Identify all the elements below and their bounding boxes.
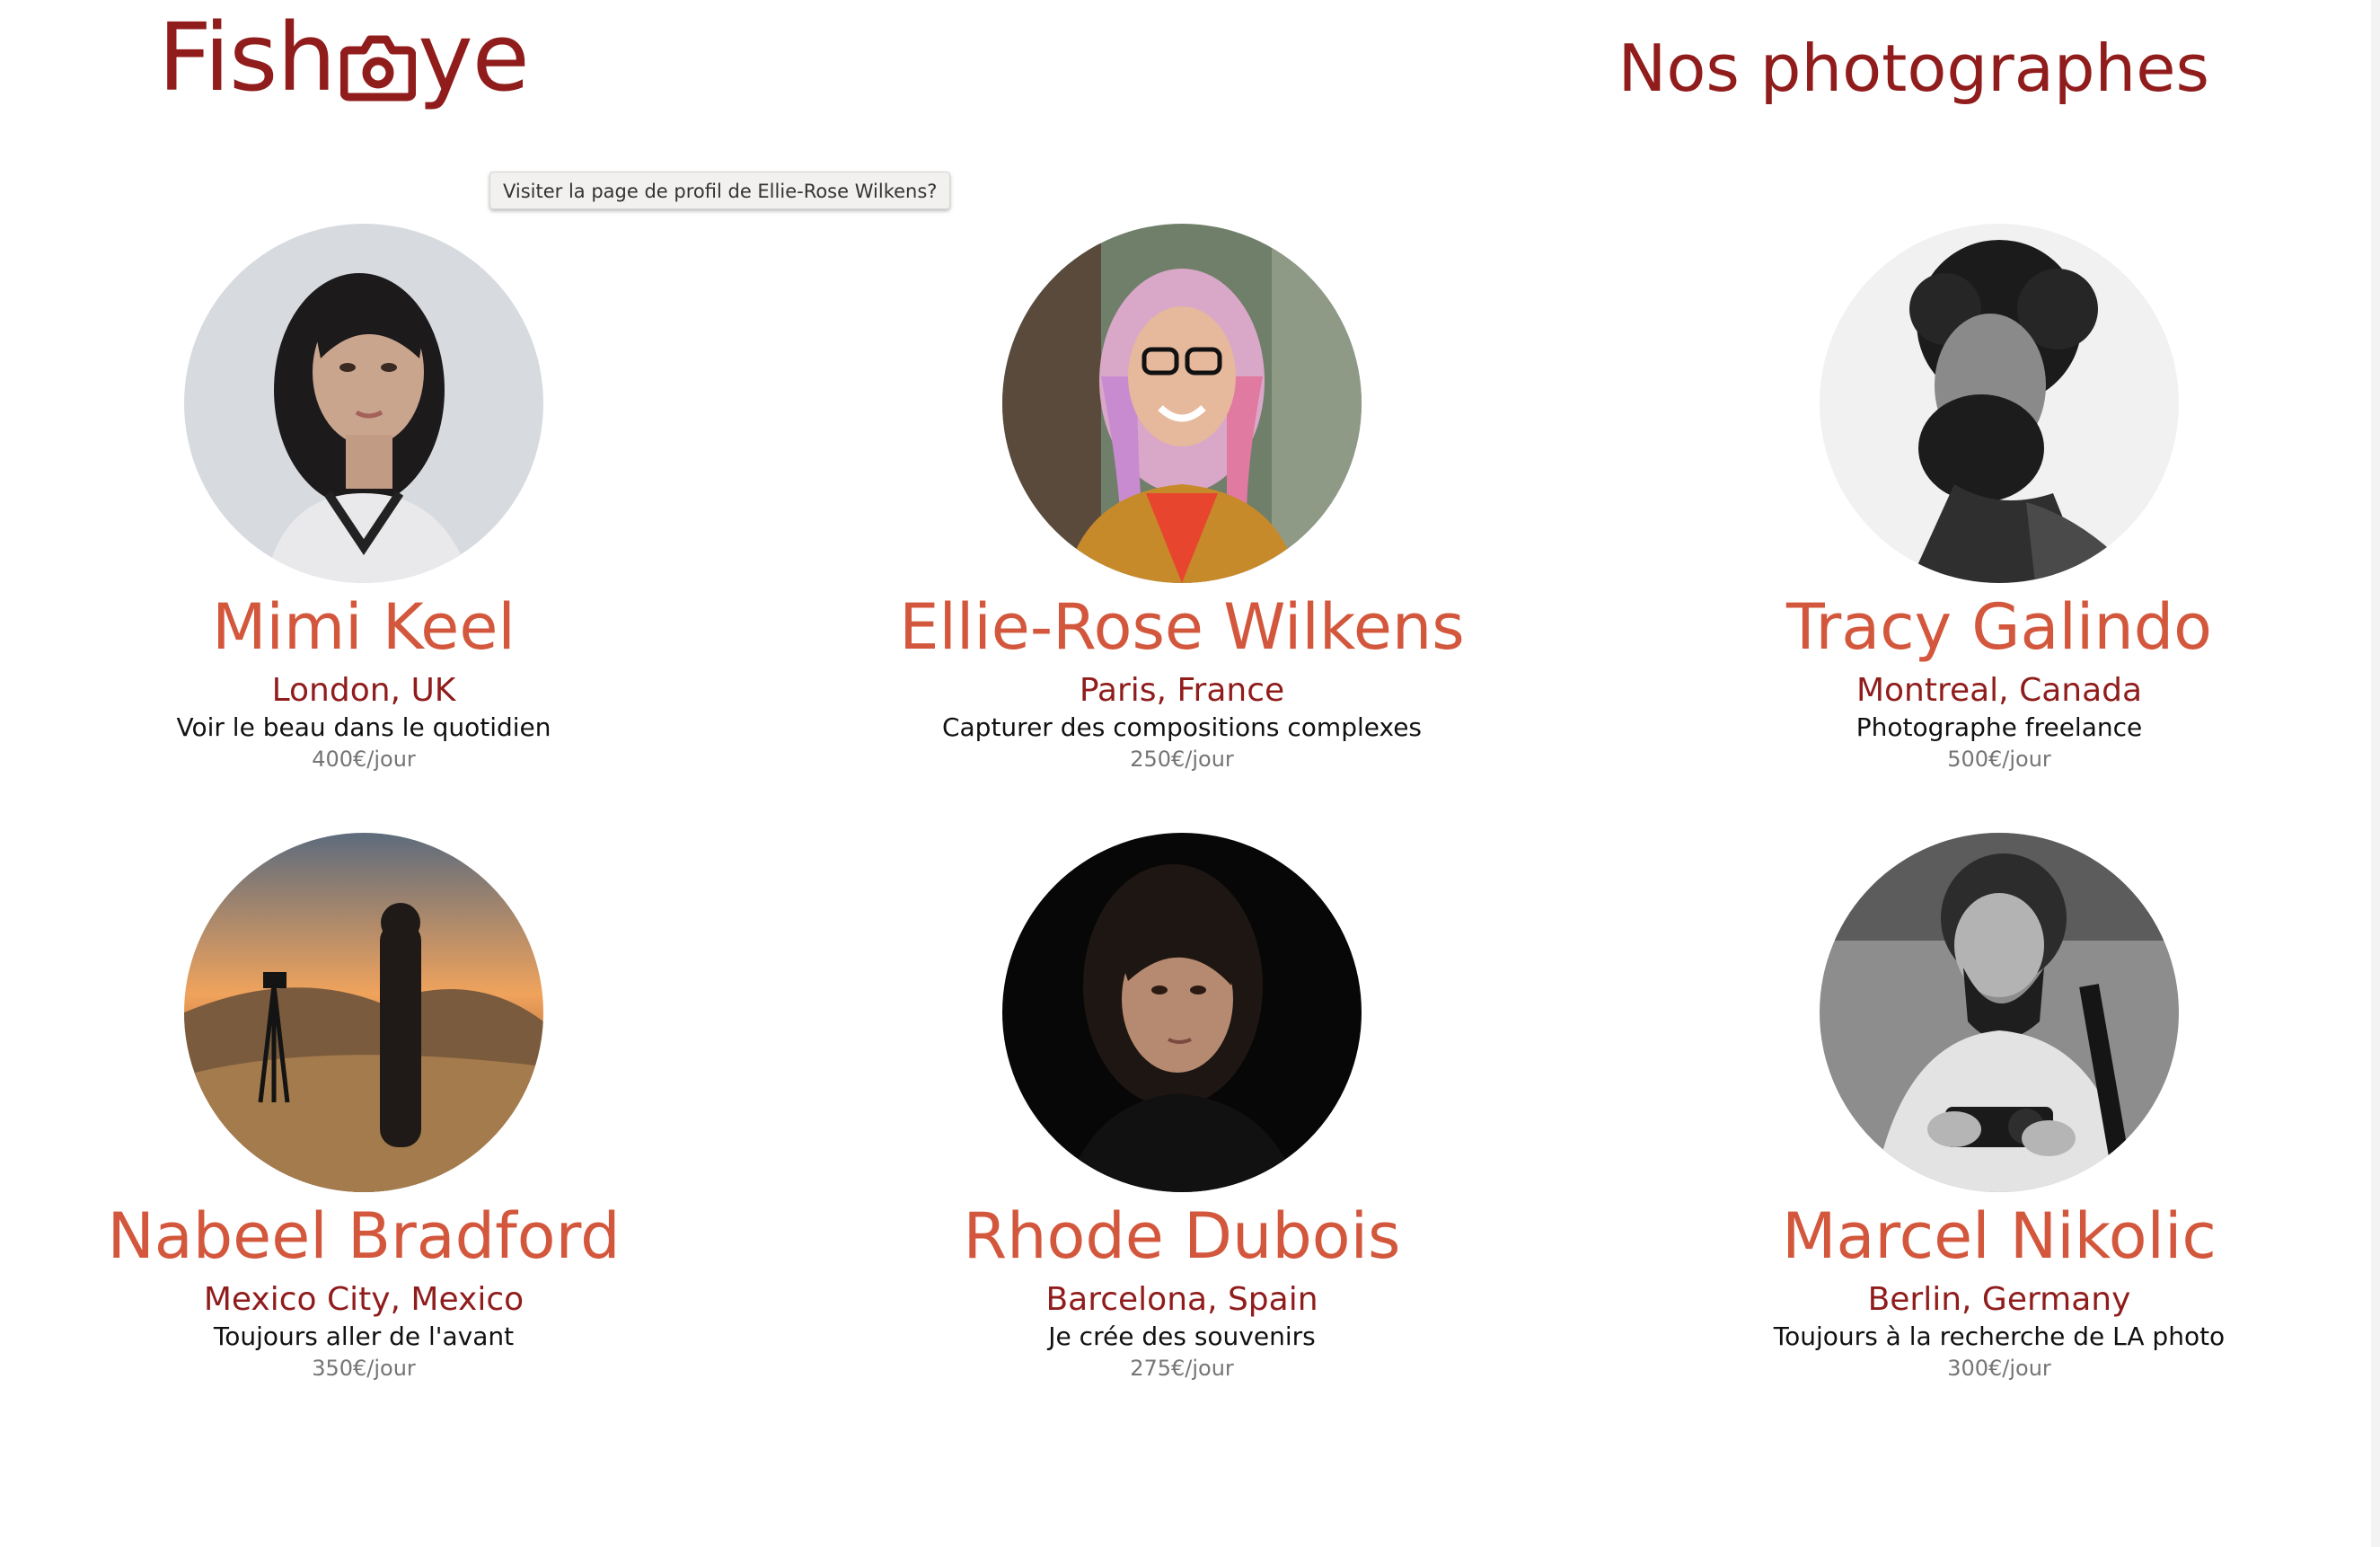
- tooltip: Visiter la page de profil de Ellie-Rose …: [489, 172, 951, 209]
- photographer-name: Tracy Galindo: [1786, 590, 2212, 664]
- photographer-location: Montreal, Canada: [1856, 672, 2143, 709]
- photographer-card[interactable]: Marcel Nikolic Berlin, Germany Toujours …: [1685, 833, 2314, 1383]
- photographer-name: Nabeel Bradford: [107, 1199, 621, 1273]
- photographer-price: 250€/jour: [1130, 747, 1234, 772]
- logo-text-ye: ye: [418, 3, 530, 112]
- photographer-card[interactable]: Mimi Keel London, UK Voir le beau dans l…: [49, 224, 678, 774]
- photographer-card[interactable]: Rhode Dubois Barcelona, Spain Je crée de…: [868, 833, 1496, 1383]
- photographer-tagline: Photographe freelance: [1856, 712, 2143, 742]
- photographer-card[interactable]: Nabeel Bradford Mexico City, Mexico Touj…: [49, 833, 678, 1383]
- photographer-location: Paris, France: [1079, 672, 1285, 709]
- photographer-location: Mexico City, Mexico: [203, 1281, 524, 1318]
- photographer-card[interactable]: Tracy Galindo Montreal, Canada Photograp…: [1685, 224, 2314, 774]
- photographer-card[interactable]: Ellie-Rose Wilkens Paris, France Capture…: [868, 224, 1496, 774]
- photographer-price: 400€/jour: [312, 747, 416, 772]
- photographer-location: London, UK: [271, 672, 456, 709]
- photographer-price: 350€/jour: [312, 1356, 416, 1381]
- fisheye-logo[interactable]: Fish ye: [158, 3, 530, 115]
- photographer-price: 500€/jour: [1947, 747, 2051, 772]
- photographer-portrait: [184, 833, 543, 1192]
- camera-icon: [340, 35, 417, 102]
- photographer-price: 275€/jour: [1130, 1356, 1234, 1381]
- photographer-location: Berlin, Germany: [1867, 1281, 2131, 1318]
- photographer-name: Marcel Nikolic: [1782, 1199, 2217, 1273]
- photographer-tagline: Capturer des compositions complexes: [941, 712, 1423, 742]
- photographer-tagline: Je crée des souvenirs: [1048, 1322, 1316, 1351]
- photographer-name: Rhode Dubois: [963, 1199, 1401, 1273]
- photographer-tagline: Toujours à la recherche de LA photo: [1773, 1322, 2226, 1351]
- photographer-portrait: [1002, 833, 1362, 1192]
- photographer-price: 300€/jour: [1947, 1356, 2051, 1381]
- photographer-location: Barcelona, Spain: [1045, 1281, 1318, 1318]
- logo-text-fish: Fish: [158, 3, 336, 112]
- photographer-portrait: [1820, 224, 2179, 583]
- photographer-tagline: Toujours aller de l'avant: [213, 1322, 515, 1351]
- photographer-portrait: [184, 224, 543, 583]
- photographer-portrait: [1002, 224, 1362, 583]
- photographer-name: Mimi Keel: [212, 590, 516, 664]
- page: Fish ye Nos photographes Visiter la page…: [0, 0, 2380, 1547]
- photographer-tagline: Voir le beau dans le quotidien: [176, 712, 551, 742]
- photographer-portrait: [1820, 833, 2179, 1192]
- page-title: Nos photographes: [1618, 31, 2209, 106]
- photographer-name: Ellie-Rose Wilkens: [899, 590, 1465, 664]
- window-edge: [2371, 0, 2380, 1547]
